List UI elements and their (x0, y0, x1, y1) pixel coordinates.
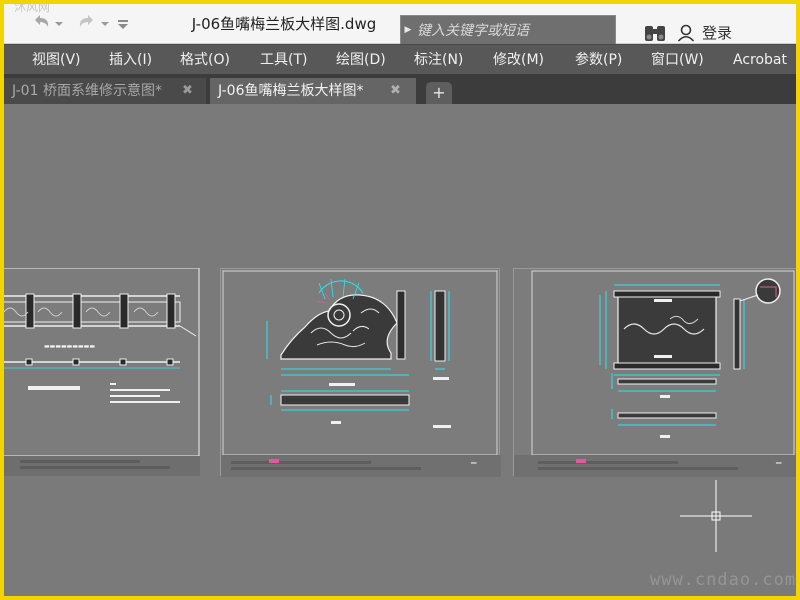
menu-view[interactable]: 视图(V) (32, 45, 81, 75)
document-title: J-06鱼嘴梅兰板大样图.dwg (191, 15, 377, 33)
menu-draw[interactable]: 绘图(D) (336, 45, 386, 75)
menu-format[interactable]: 格式(O) (180, 45, 230, 75)
close-icon[interactable]: ✖ (182, 78, 193, 104)
search-input[interactable] (417, 16, 613, 44)
svg-text:▔: ▔ (775, 462, 782, 471)
drawing-sheet-1[interactable]: ▬▬▬▬▬▬▬▬▬ (4, 267, 200, 476)
title-bar: 沐风网 J-06鱼嘴梅兰板大样图.dwg ▶ 键入关键字或短语 登录 (4, 4, 796, 45)
site-watermark: www.cndao.com (650, 570, 796, 590)
sheet-1-drawing: ▬▬▬▬▬▬▬▬▬ (4, 267, 200, 476)
customize-icon (118, 20, 128, 29)
crosshair-cursor (680, 480, 752, 552)
binoculars-icon[interactable] (644, 24, 666, 42)
menu-insert[interactable]: 插入(I) (109, 45, 152, 75)
redo-button[interactable] (76, 12, 98, 34)
menu-tools[interactable]: 工具(T) (260, 45, 307, 75)
menu-bar: 视图(V) 插入(I) 格式(O) 工具(T) 绘图(D) 标注(N) 修改(M… (4, 44, 796, 74)
menu-window[interactable]: 窗口(W) (651, 45, 704, 75)
sheet-3-drawing: ▔ (514, 270, 796, 477)
menu-acrobat[interactable]: Acrobat (733, 45, 787, 75)
user-icon[interactable] (677, 24, 695, 42)
drawing-sheet-3[interactable]: ▔ (513, 268, 796, 477)
cad-application-window: 沐风网 J-06鱼嘴梅兰板大样图.dwg ▶ 键入关键字或短语 登录 视图(V)… (4, 4, 796, 596)
arrow-right-icon[interactable]: ▶ (401, 16, 415, 44)
redo-dropdown[interactable] (100, 12, 110, 34)
file-tab-bar: J-01 桥面系维修示意图* ✖ J-06鱼嘴梅兰板大样图* ✖ + (4, 74, 796, 104)
menu-dimension[interactable]: 标注(N) (414, 45, 463, 75)
close-icon[interactable]: ✖ (390, 78, 401, 104)
undo-button[interactable] (30, 12, 52, 34)
sheet-2-drawing: ▔ (221, 270, 501, 477)
customize-toolbar-button[interactable] (116, 12, 130, 34)
svg-text:▔: ▔ (470, 462, 477, 471)
menu-modify[interactable]: 修改(M) (493, 45, 544, 75)
login-link[interactable]: 登录 (702, 23, 732, 43)
chevron-down-icon (101, 22, 109, 26)
undo-icon (35, 15, 49, 27)
redo-icon (79, 15, 93, 27)
undo-dropdown[interactable] (54, 12, 64, 34)
new-tab-button[interactable]: + (426, 82, 452, 104)
tab-j01[interactable]: J-01 桥面系维修示意图* ✖ (4, 78, 206, 104)
svg-text:▬▬▬▬▬▬▬▬▬: ▬▬▬▬▬▬▬▬▬ (44, 343, 95, 350)
tab-label: J-01 桥面系维修示意图* (12, 83, 162, 99)
drawing-sheet-2[interactable]: ▔ (220, 268, 501, 477)
chevron-down-icon (55, 22, 63, 26)
tab-label: J-06鱼嘴梅兰板大样图* (218, 83, 364, 99)
menu-parametric[interactable]: 参数(P) (575, 45, 622, 75)
search-box[interactable]: ▶ (400, 15, 616, 45)
drawing-canvas[interactable]: ▬▬▬▬▬▬▬▬▬ ▔ ▔ www.cndao.com (4, 104, 796, 596)
tab-j06[interactable]: J-06鱼嘴梅兰板大样图* ✖ (210, 78, 416, 104)
